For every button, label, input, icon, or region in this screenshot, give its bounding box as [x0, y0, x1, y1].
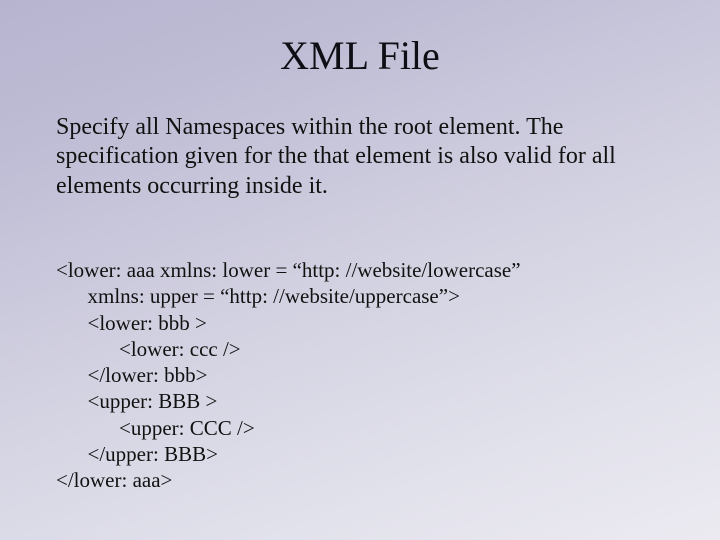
code-line: xmlns: upper = “http: //website/uppercas… [56, 284, 460, 308]
code-line: <upper: CCC /> [56, 416, 255, 440]
code-line: </lower: aaa> [56, 468, 172, 492]
description-text: Specify all Namespaces within the root e… [56, 113, 664, 201]
code-line: <lower: bbb > [56, 311, 207, 335]
code-line: <upper: BBB > [56, 389, 217, 413]
code-line: <lower: ccc /> [56, 337, 241, 361]
code-line: </upper: BBB> [56, 442, 218, 466]
code-line: <lower: aaa xmlns: lower = “http: //webs… [56, 258, 521, 282]
slide: XML File Specify all Namespaces within t… [0, 0, 720, 540]
code-line: </lower: bbb> [56, 363, 207, 387]
code-block: <lower: aaa xmlns: lower = “http: //webs… [56, 231, 664, 494]
slide-title: XML File [56, 32, 664, 79]
